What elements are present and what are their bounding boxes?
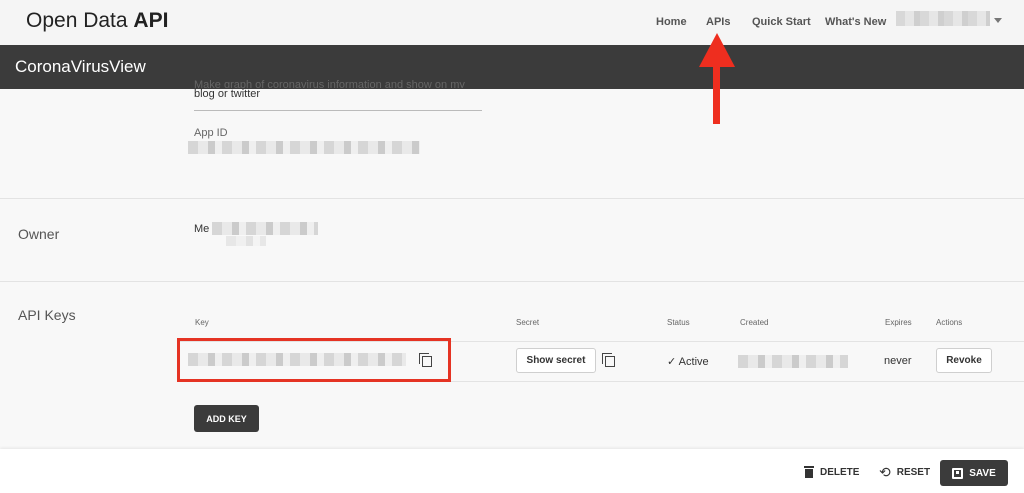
nav-link-apis[interactable]: APIs: [706, 16, 730, 28]
api-keys-label: API Keys: [18, 307, 76, 323]
up-arrow-annotation-shaft: [713, 62, 720, 124]
reset-label: RESET: [896, 466, 931, 478]
column-header-status: Status: [667, 318, 690, 327]
description-field[interactable]: Make graph of coronavirus information an…: [194, 79, 484, 101]
brand-logo[interactable]: Open Data API: [26, 9, 168, 33]
add-key-button[interactable]: ADD KEY: [194, 405, 259, 432]
brand-text-bold: API: [133, 9, 169, 32]
owner-value-redacted-2: [226, 236, 266, 246]
app-id-value-redacted: [188, 141, 420, 154]
brand-text: Open Data: [26, 9, 128, 32]
description-clipped-line: Make graph of coronavirus information an…: [194, 79, 465, 88]
save-button[interactable]: SAVE: [940, 460, 1008, 486]
nav-link-whats-new[interactable]: What's New: [825, 16, 886, 28]
owner-value-redacted: [212, 222, 318, 235]
reset-button[interactable]: ⟲ RESET: [879, 461, 930, 483]
save-label: SAVE: [969, 467, 996, 479]
column-header-created: Created: [740, 318, 769, 327]
delete-label: DELETE: [820, 466, 860, 478]
created-date-redacted: [738, 355, 848, 368]
caret-down-icon[interactable]: [994, 18, 1002, 23]
owner-label: Owner: [18, 226, 60, 242]
status-badge: ✓ Active: [667, 355, 709, 368]
check-icon: ✓: [667, 356, 677, 368]
reset-icon: ⟲: [879, 463, 891, 480]
trash-icon: [804, 466, 814, 478]
app-title: CoronaVirusView: [15, 57, 146, 76]
description-visible-line: blog or twitter: [194, 88, 261, 100]
description-underline: [194, 110, 482, 111]
section-divider: [0, 198, 1024, 199]
column-header-secret: Secret: [516, 318, 540, 327]
section-divider: [0, 281, 1024, 282]
copy-secret-icon[interactable]: [602, 353, 616, 367]
bottom-action-bar: [0, 449, 1024, 493]
nav-link-home[interactable]: Home: [656, 16, 687, 28]
app-id-label: App ID: [194, 127, 228, 139]
expires-value: never: [884, 355, 912, 367]
floppy-icon: [952, 467, 964, 479]
top-navigation: Open Data API Home APIs Quick Start What…: [0, 0, 1024, 45]
column-header-key: Key: [195, 318, 209, 327]
app-details-panel: [0, 89, 1024, 449]
column-header-actions: Actions: [936, 318, 963, 327]
key-highlight-annotation: [177, 338, 451, 382]
owner-value-prefix: Me: [194, 223, 210, 235]
revoke-button[interactable]: Revoke: [936, 348, 992, 373]
column-header-expires: Expires: [885, 318, 912, 327]
nav-link-quick-start[interactable]: Quick Start: [752, 16, 811, 28]
show-secret-button[interactable]: Show secret: [516, 348, 596, 373]
status-text: Active: [678, 356, 709, 368]
delete-button[interactable]: DELETE: [804, 461, 859, 483]
user-menu-redacted[interactable]: [896, 11, 990, 26]
app-title-bar: CoronaVirusView: [0, 45, 1024, 89]
